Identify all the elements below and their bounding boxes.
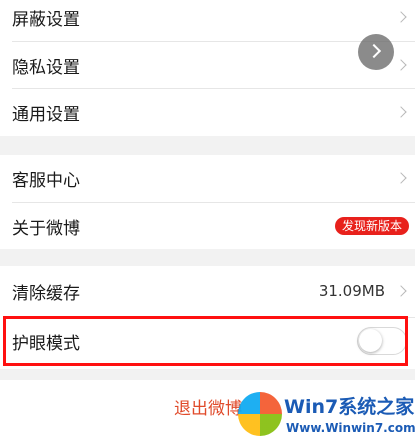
- watermark-title: Win7系统之家: [284, 396, 415, 418]
- chevron-right-icon: [395, 285, 407, 297]
- floating-arrow-button[interactable]: [358, 34, 394, 70]
- privacy-settings-row[interactable]: 隐私设置: [0, 42, 415, 88]
- clear-cache-row[interactable]: 清除缓存 31.09MB: [0, 268, 415, 314]
- chevron-right-icon: [395, 59, 407, 71]
- watermark-site: Www.Winwin7.com: [286, 421, 415, 435]
- watermark: Win7系统之家 Www.Winwin7.com: [232, 388, 415, 442]
- privacy-block-settings-row[interactable]: 屏蔽设置: [0, 0, 415, 40]
- cache-size: 31.09MB: [318, 282, 385, 300]
- settings-group-3: 清除缓存 31.09MB 护眼模式: [0, 266, 415, 369]
- chevron-right-icon: [395, 172, 407, 184]
- settings-group-2: 客服中心 关于微博 发现新版本: [0, 155, 415, 249]
- chevron-right-icon: [395, 106, 407, 118]
- row-label: 关于微博: [12, 218, 80, 239]
- row-label: 清除缓存: [12, 283, 80, 304]
- row-label: 护眼模式: [12, 333, 80, 354]
- chevron-right-icon: [395, 11, 407, 23]
- toggle-knob: [359, 329, 382, 352]
- eye-protection-toggle[interactable]: [357, 327, 407, 355]
- windows-logo-icon: [238, 392, 282, 436]
- customer-service-row[interactable]: 客服中心: [0, 155, 415, 201]
- eye-protection-row[interactable]: 护眼模式: [0, 318, 415, 364]
- row-label: 隐私设置: [12, 57, 80, 78]
- row-label: 通用设置: [12, 104, 80, 125]
- settings-group-1: 屏蔽设置 隐私设置 通用设置: [0, 0, 415, 136]
- about-weibo-row[interactable]: 关于微博 发现新版本: [0, 203, 415, 249]
- general-settings-row[interactable]: 通用设置: [0, 89, 415, 135]
- row-label: 屏蔽设置: [12, 9, 80, 30]
- row-label: 客服中心: [12, 170, 80, 191]
- new-version-badge: 发现新版本: [334, 217, 409, 235]
